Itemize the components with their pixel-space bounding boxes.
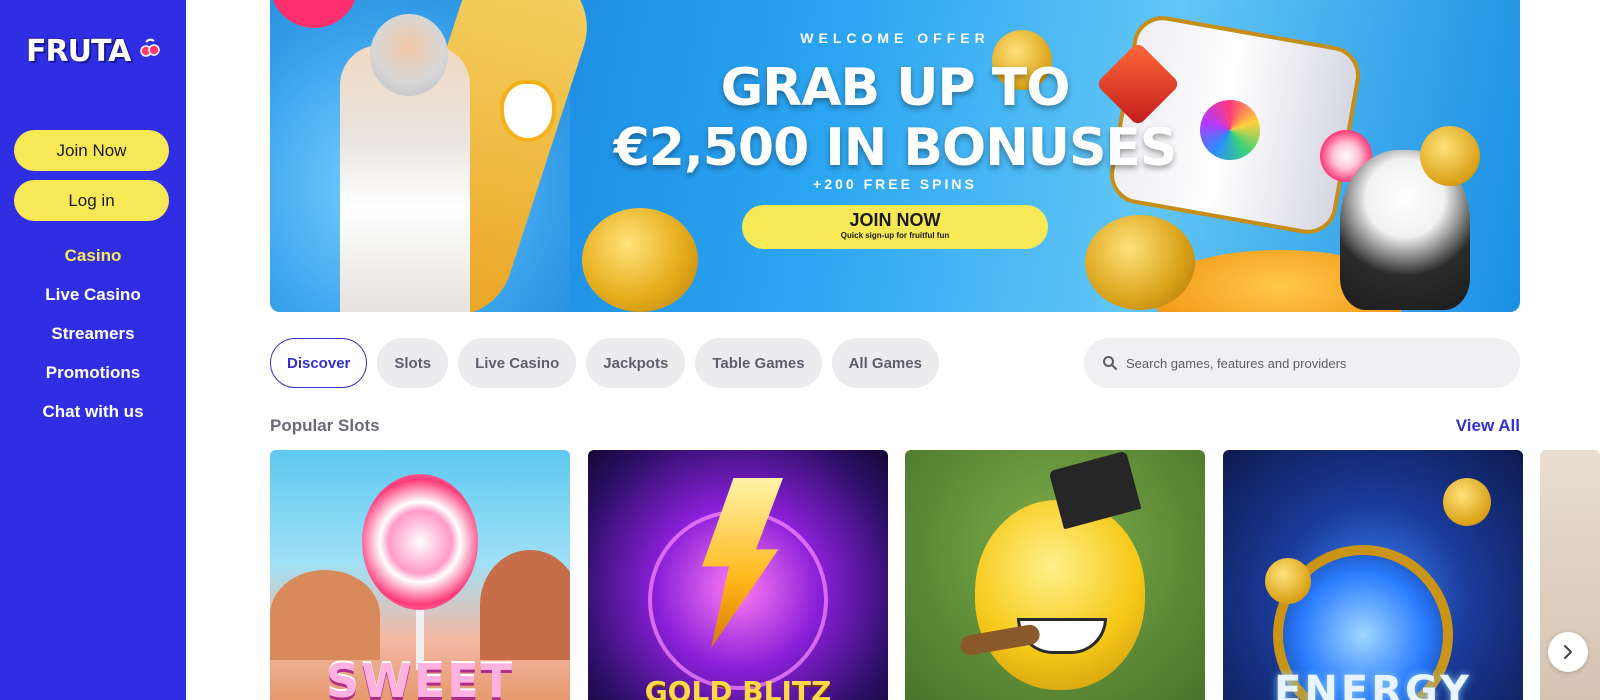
banner-join-now-button[interactable]: JOIN NOW Quick sign-up for fruitful fun xyxy=(742,205,1048,249)
banner-cta-label: JOIN NOW xyxy=(849,210,941,230)
banner-kicker: WELCOME OFFER xyxy=(800,30,990,46)
logo-text: FRUTA xyxy=(26,34,131,69)
search-input[interactable] xyxy=(1126,355,1506,371)
sidebar-item-chat-with-us[interactable]: Chat with us xyxy=(0,392,186,431)
section-title-popular-slots: Popular Slots xyxy=(270,416,380,435)
sidebar: FRUTA Join Now Log in Casino Live Casino… xyxy=(0,0,186,700)
sidebar-item-streamers[interactable]: Streamers xyxy=(0,314,186,353)
gold-coin-art xyxy=(582,208,698,312)
tab-all-games[interactable]: All Games xyxy=(831,338,939,388)
top-hat-art xyxy=(1048,450,1142,530)
cherry-icon xyxy=(140,38,160,57)
fruta-logo[interactable]: FRUTA xyxy=(26,34,160,74)
category-tabs: Discover Slots Live Casino Jackpots Tabl… xyxy=(270,338,939,388)
sidebar-item-promotions[interactable]: Promotions xyxy=(0,353,186,392)
game-title: GOLD BLITZ xyxy=(644,675,832,700)
carousel-next-button[interactable] xyxy=(1548,632,1588,672)
game-title: SWEET xyxy=(325,654,515,700)
game-card-sweet[interactable]: SWEET xyxy=(270,450,570,700)
chevron-right-icon xyxy=(1564,645,1572,659)
welcome-offer-banner[interactable]: WELCOME OFFER GRAB UP TO €2,500 IN BONUS… xyxy=(270,0,1520,312)
gold-coin-art xyxy=(1265,558,1311,604)
view-all-link[interactable]: View All xyxy=(1440,416,1520,436)
sidebar-nav: Casino Live Casino Streamers Promotions … xyxy=(0,236,186,431)
sidebar-item-casino[interactable]: Casino xyxy=(0,236,186,275)
join-now-button[interactable]: Join Now xyxy=(14,130,169,171)
log-in-button[interactable]: Log in xyxy=(14,180,169,221)
tab-live-casino[interactable]: Live Casino xyxy=(458,338,577,388)
game-card-coin-character[interactable] xyxy=(905,450,1205,700)
coin-face-art xyxy=(975,500,1145,690)
banner-title-line-1: GRAB UP TO xyxy=(720,58,1071,118)
tab-jackpots[interactable]: Jackpots xyxy=(586,338,686,388)
banner-cta-note: Quick sign-up for fruitful fun xyxy=(840,231,950,240)
game-card-gold-blitz[interactable]: GOLD BLITZ xyxy=(588,450,888,700)
banner-title: GRAB UP TO €2,500 IN BONUSES xyxy=(270,58,1520,178)
game-title: ENERGY xyxy=(1274,668,1472,700)
candy-hill-art xyxy=(480,550,570,660)
tab-slots[interactable]: Slots xyxy=(377,338,449,388)
gold-coin-art xyxy=(1443,478,1491,526)
game-card-energy[interactable]: ENERGY xyxy=(1223,450,1523,700)
search-icon xyxy=(1103,356,1117,370)
banner-title-line-2: €2,500 IN BONUSES xyxy=(613,118,1178,178)
sidebar-item-live-casino[interactable]: Live Casino xyxy=(0,275,186,314)
candy-hill-art xyxy=(270,570,380,660)
gold-coin-art xyxy=(1085,215,1195,310)
lollipop-art xyxy=(362,474,478,610)
search-bar[interactable] xyxy=(1084,338,1520,388)
tab-discover[interactable]: Discover xyxy=(270,338,368,388)
tab-table-games[interactable]: Table Games xyxy=(695,338,822,388)
banner-subtitle: +200 FREE SPINS xyxy=(813,176,977,192)
